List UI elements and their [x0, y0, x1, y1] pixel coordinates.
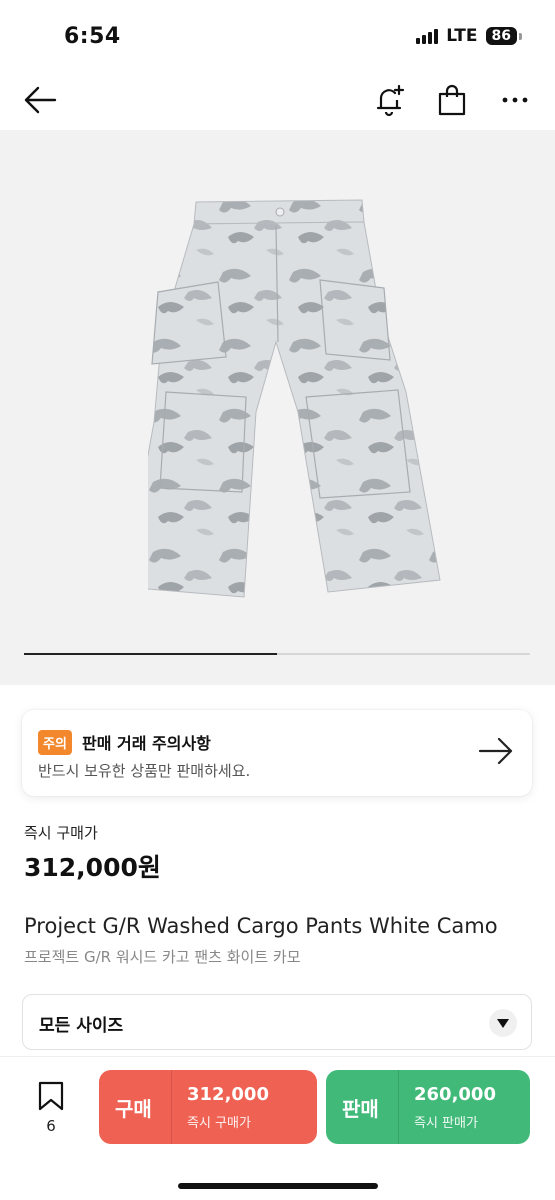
bottom-action-bar: 6 구매 312,000 즉시 구매가 판매 260,000 즉시 판매가	[0, 1056, 555, 1200]
buy-label: 구매	[115, 1097, 152, 1121]
home-indicator	[178, 1183, 378, 1189]
bag-button[interactable]	[432, 80, 472, 120]
buy-sub-label: 즉시 구매가	[187, 1116, 251, 1131]
product-image	[148, 199, 441, 598]
wish-count: 6	[46, 1117, 56, 1135]
product-name: Project G/R Washed Cargo Pants White Cam…	[24, 914, 498, 938]
status-time: 6:54	[64, 24, 121, 49]
size-select-value: 모든 사이즈	[39, 1016, 124, 1036]
sell-divider	[398, 1070, 399, 1144]
signal-icon	[416, 28, 439, 44]
back-arrow-icon	[24, 86, 57, 114]
bell-plus-icon	[376, 84, 405, 117]
chevron-down-icon	[489, 1009, 517, 1037]
sell-price: 260,000	[414, 1084, 496, 1105]
sell-sub-label: 즉시 판매가	[414, 1116, 478, 1131]
price-value: 312,000원	[24, 853, 161, 882]
sell-button[interactable]: 판매 260,000 즉시 판매가	[326, 1070, 530, 1144]
buy-button[interactable]: 구매 312,000 즉시 구매가	[99, 1070, 317, 1144]
shopping-bag-icon	[438, 84, 466, 116]
more-horizontal-icon	[502, 97, 528, 103]
buy-price: 312,000	[187, 1084, 269, 1105]
status-indicators: LTE 86	[416, 26, 523, 46]
product-name-korean: 프로젝트 G/R 워시드 카고 팬츠 화이트 카모	[24, 948, 301, 966]
notice-title: 판매 거래 주의사항	[82, 734, 211, 753]
top-nav	[0, 70, 555, 130]
alarm-button[interactable]	[370, 80, 410, 120]
wish-button[interactable]: 6	[28, 1081, 74, 1135]
more-button[interactable]	[495, 80, 535, 120]
sell-notice-card[interactable]: 주의 판매 거래 주의사항 반드시 보유한 상품만 판매하세요.	[22, 710, 532, 796]
battery-icon: 86	[485, 27, 523, 45]
arrow-right-icon	[478, 737, 513, 765]
notice-subtitle: 반드시 보유한 상품만 판매하세요.	[38, 762, 251, 780]
back-button[interactable]	[20, 80, 60, 120]
size-select[interactable]: 모든 사이즈	[22, 994, 532, 1050]
gallery-progress	[24, 653, 530, 655]
notice-badge: 주의	[38, 730, 72, 755]
buy-divider	[171, 1070, 172, 1144]
status-bar: 6:54 LTE 86	[0, 0, 555, 70]
bookmark-icon	[38, 1081, 64, 1111]
price-label: 즉시 구매가	[24, 824, 98, 842]
sell-label: 판매	[342, 1097, 379, 1121]
product-image-gallery[interactable]	[0, 130, 555, 685]
gallery-progress-fill	[24, 653, 277, 655]
network-type: LTE	[446, 26, 478, 46]
